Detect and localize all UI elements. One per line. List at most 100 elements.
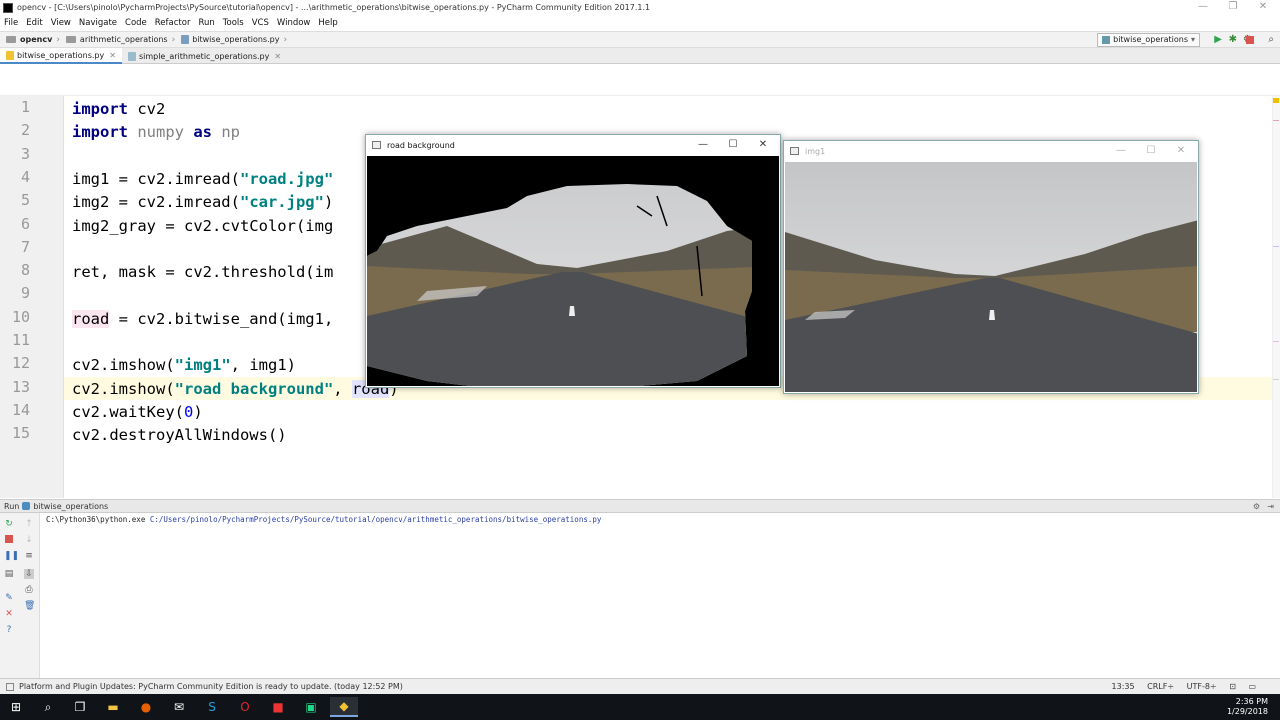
run-label[interactable]: Run [4,502,19,511]
menu-code[interactable]: Code [121,18,151,28]
print-icon[interactable]: ⎙ [24,585,34,595]
code-line[interactable]: img2 = cv2.imread("car.jpg") [72,191,333,214]
status-message[interactable]: Platform and Plugin Updates: PyCharm Com… [19,682,403,691]
code-line[interactable]: cv2.waitKey(0) [72,401,203,424]
menu-tools[interactable]: Tools [219,18,248,28]
code-line[interactable]: cv2.imshow("road background", road) [72,378,399,401]
soft-wrap-icon[interactable]: ≡ [24,551,34,561]
run-config-select[interactable]: bitwise_operations ▾ [1097,33,1200,47]
tab-simple-arithmetic-operations[interactable]: simple_arithmetic_operations.py ✕ [122,48,287,64]
run-icon[interactable]: ▶ [1214,35,1222,45]
code-token: img2 = cv2.imread( [72,193,240,212]
maximize-button[interactable]: ❐ [1218,0,1248,15]
run-toolbar: ↻ ↑ ↓ ❚❚ ≡ ▤ ⇩ ⎙ ✎ 🗑 ✕ ? [0,513,40,678]
menu-help[interactable]: Help [314,18,341,28]
menu-vcs[interactable]: VCS [248,18,273,28]
close-tab-icon[interactable]: ✕ [274,52,281,61]
debug-icon[interactable]: ✱ [1229,35,1237,45]
code-token: "road background" [174,379,334,398]
crumb-project[interactable]: opencv › [6,35,60,45]
trash-icon[interactable]: 🗑 [24,601,35,611]
up-arrow-icon[interactable]: ↑ [24,519,34,529]
crumb-folder[interactable]: arithmetic_operations › [65,35,175,45]
stop-icon[interactable] [1246,36,1254,44]
line-separator[interactable]: CRLF÷ [1147,682,1174,691]
python-icon[interactable]: ◆ [330,697,358,717]
task-view-icon[interactable]: ❐ [66,697,94,717]
pin-icon[interactable]: ✎ [4,593,14,603]
menu-run[interactable]: Run [194,18,218,28]
cv-window-img1[interactable]: img1 — ☐ ✕ [783,140,1199,394]
file-explorer-icon[interactable]: ▬ [99,697,127,717]
menu-view[interactable]: View [47,18,75,28]
search-icon[interactable]: ⌕ [34,697,62,717]
menu-navigate[interactable]: Navigate [75,18,121,28]
status-right: 13:35 CRLF÷ UTF-8÷ ⊡ ▭ [1102,679,1256,695]
pause-icon[interactable]: ❚❚ [4,551,19,561]
tab-bitwise-operations[interactable]: bitwise_operations.py ✕ [0,48,122,64]
restore-layout-icon[interactable]: ▤ [4,569,14,579]
mail-icon[interactable]: ✉ [165,697,193,717]
code-line[interactable]: ret, mask = cv2.threshold(im [72,261,333,284]
console-script-path[interactable]: C:/Users/pinolo/PycharmProjects/PySource… [150,515,602,524]
close-tab-icon[interactable]: ✕ [109,51,116,60]
code-line[interactable]: import numpy as np [72,121,240,144]
warning-marker[interactable] [1273,98,1279,103]
cv-maximize-button[interactable]: ☐ [718,135,748,155]
road-picture [785,162,1197,392]
pycharm-icon[interactable]: ▣ [297,697,325,717]
crumb-label: arithmetic_operations [79,35,168,44]
code-line[interactable]: img2_gray = cv2.cvtColor(img [72,215,333,238]
minimize-button[interactable]: — [1188,0,1218,15]
rerun-icon[interactable]: ↻ [4,519,14,529]
crumb-file[interactable]: bitwise_operations.py › [181,35,287,45]
menu-edit[interactable]: Edit [22,18,46,28]
opera-icon[interactable]: O [231,697,259,717]
error-stripe-mark[interactable] [1273,341,1279,342]
code-line[interactable]: cv2.imshow("img1", img1) [72,354,296,377]
error-stripe-mark[interactable] [1273,120,1279,121]
line-number: 8 [20,261,30,280]
caret-position[interactable]: 13:35 [1112,682,1135,691]
settings-gear-icon[interactable]: ⚙ [1253,502,1260,511]
down-arrow-icon[interactable]: ↓ [24,535,34,545]
code-line[interactable]: img1 = cv2.imread("road.jpg" [72,168,333,191]
cv-maximize-button[interactable]: ☐ [1136,141,1166,161]
error-stripe-mark[interactable] [1273,379,1279,380]
tool-windows-icon[interactable] [6,682,14,691]
hide-panel-icon[interactable]: ⇥ [1267,502,1274,511]
window-icon [372,141,381,149]
folder-icon [6,36,16,43]
skype-icon[interactable]: S [198,697,226,717]
code-line[interactable]: import cv2 [72,98,165,121]
stop-icon[interactable] [5,535,13,543]
file-encoding[interactable]: UTF-8÷ [1187,682,1217,691]
firefox-icon[interactable]: ● [132,697,160,717]
cv-minimize-button[interactable]: — [1106,141,1136,161]
menu-refactor[interactable]: Refactor [151,18,195,28]
close-run-icon[interactable]: ✕ [4,609,14,619]
cv-close-button[interactable]: ✕ [748,135,778,155]
event-log-icon[interactable]: ▭ [1248,682,1256,691]
cv-window-road-background[interactable]: road background — ☐ ✕ [365,134,781,388]
code-line[interactable]: cv2.destroyAllWindows() [72,424,287,447]
run-config-name[interactable]: bitwise_operations [33,502,108,511]
system-clock[interactable]: 2:36 PM 1/29/2018 [1227,697,1268,717]
menu-file[interactable]: File [0,18,22,28]
recorder-icon[interactable]: ■ [264,697,292,717]
windows-start-icon[interactable]: ⊞ [2,697,30,717]
console-output[interactable]: C:\Python36\python.exe C:/Users/pinolo/P… [46,515,601,524]
error-stripe-mark[interactable] [1273,246,1279,247]
scroll-to-end-icon[interactable]: ⇩ [24,569,34,579]
search-icon[interactable]: ⌕ [1268,35,1274,45]
line-number: 9 [20,284,30,303]
cv-minimize-button[interactable]: — [688,135,718,155]
menu-window[interactable]: Window [273,18,315,28]
cv-close-button[interactable]: ✕ [1166,141,1196,161]
editor-scrollbar[interactable] [1272,96,1280,498]
code-line[interactable]: road = cv2.bitwise_and(img1, [72,308,333,331]
run-config-label: bitwise_operations [1113,35,1188,44]
close-button[interactable]: ✕ [1248,0,1278,15]
help-icon[interactable]: ? [4,625,14,635]
lock-icon[interactable]: ⊡ [1229,682,1236,691]
